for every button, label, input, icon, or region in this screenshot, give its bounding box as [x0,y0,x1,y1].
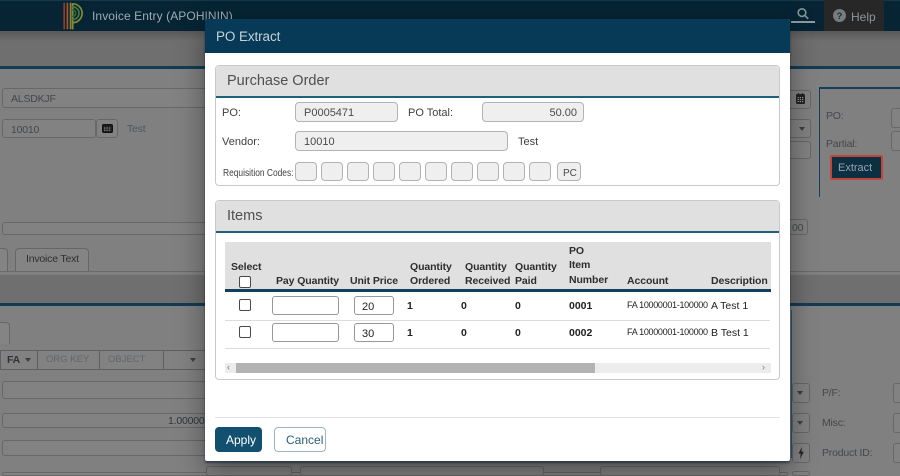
svg-text:?: ? [837,11,843,22]
